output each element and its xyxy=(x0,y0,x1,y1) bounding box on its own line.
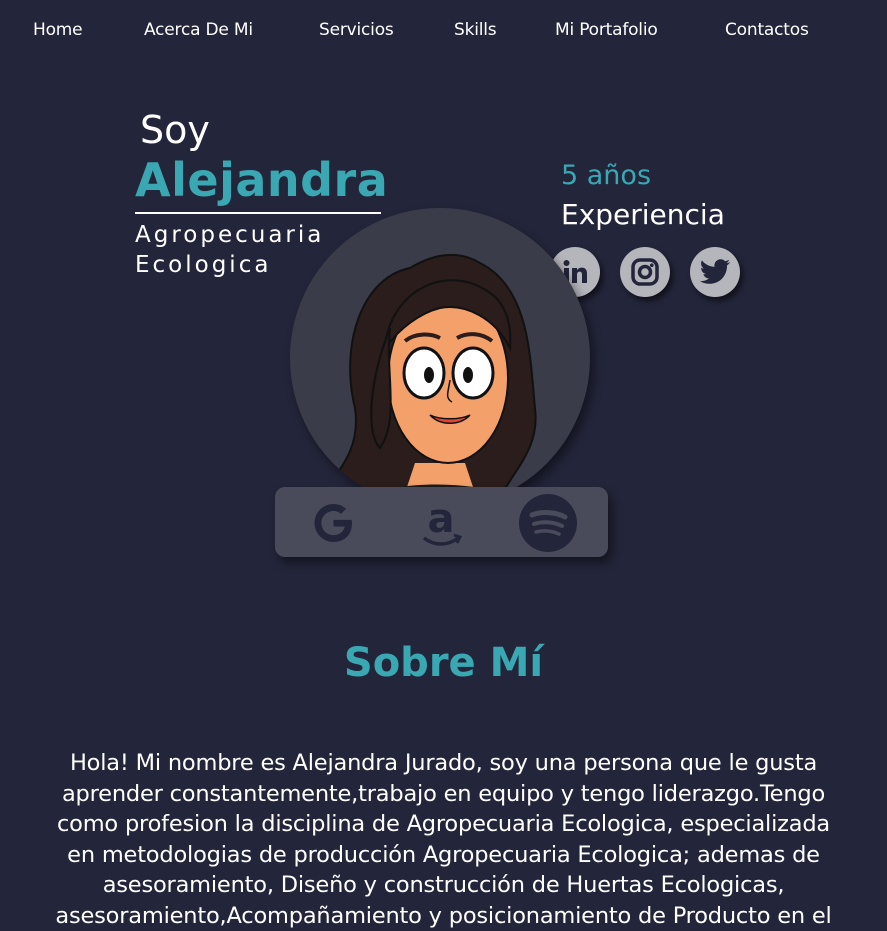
about-title: Sobre Mí xyxy=(0,640,887,686)
twitter-icon[interactable] xyxy=(690,247,740,297)
about-line: en metodologias de producción Agropecuar… xyxy=(0,840,887,871)
hero-subtitle-line1: Agropecuaria xyxy=(135,222,324,248)
experience-label: Experiencia xyxy=(561,198,725,231)
hero-greeting: Soy xyxy=(140,108,210,152)
hero-name: Alejandra xyxy=(135,153,388,207)
svg-text:a: a xyxy=(428,496,455,542)
instagram-icon[interactable] xyxy=(620,247,670,297)
nav-acerca[interactable]: Acerca De Mi xyxy=(144,20,253,40)
nav-portafolio[interactable]: Mi Portafolio xyxy=(555,20,658,40)
avatar-illustration xyxy=(290,208,590,508)
about-line: Hola! Mi nombre es Alejandra Jurado, soy… xyxy=(0,748,887,779)
google-icon[interactable] xyxy=(303,493,363,553)
about-line: aprender constantemente,trabajo en equip… xyxy=(0,779,887,810)
about-paragraph: Hola! Mi nombre es Alejandra Jurado, soy… xyxy=(0,748,887,931)
brands-bar: a xyxy=(275,487,608,557)
nav-home[interactable]: Home xyxy=(33,20,82,40)
about-line: asesoramiento,Acompañamiento y posiciona… xyxy=(0,901,887,931)
nav-contactos[interactable]: Contactos xyxy=(725,20,809,40)
experience-years: 5 años xyxy=(561,160,651,191)
about-line: como profesion la disciplina de Agropecu… xyxy=(0,809,887,840)
nav-servicios[interactable]: Servicios xyxy=(319,20,394,40)
main-nav: Home Acerca De Mi Servicios Skills Mi Po… xyxy=(0,0,887,62)
nav-skills[interactable]: Skills xyxy=(454,20,496,40)
about-line: asesoramiento, Diseño y construcción de … xyxy=(0,870,887,901)
hero-subtitle-line2: Ecologica xyxy=(135,252,271,278)
spotify-icon[interactable] xyxy=(518,493,578,553)
amazon-icon[interactable]: a xyxy=(411,493,471,553)
name-underline xyxy=(135,212,381,214)
avatar xyxy=(290,208,590,508)
